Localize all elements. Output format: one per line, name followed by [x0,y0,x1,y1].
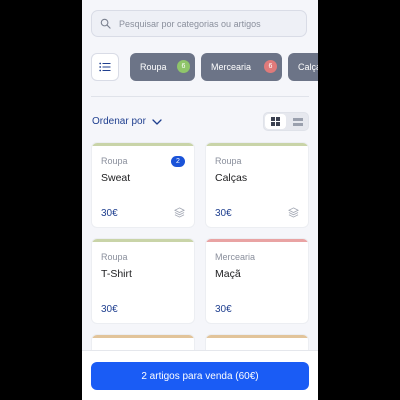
filter-row: Roupa 6 Mercearia 6 Calça [91,53,318,81]
filter-chip-roupa[interactable]: Roupa 6 [130,53,195,81]
list-view-button[interactable] [91,53,119,81]
card-accent-bar [206,239,308,242]
footer-bar: 2 artigos para venda (60€) [82,350,318,400]
product-card[interactable]: Roupa 2 Sweat 30€ [91,142,195,228]
app-screen: Roupa 6 Mercearia 6 Calça Ordenar por [82,0,318,400]
view-toggle [263,112,309,131]
card-accent-bar [206,335,308,338]
filter-chip-mercearia[interactable]: Mercearia 6 [201,53,282,81]
sort-dropdown[interactable]: Ordenar por [92,116,162,127]
chip-label: Calça [298,62,318,72]
chip-count-badge: 6 [264,60,277,73]
product-price: 30€ [101,304,118,315]
sell-items-button[interactable]: 2 artigos para venda (60€) [91,362,309,390]
chip-count-badge: 6 [177,60,190,73]
divider [91,96,309,97]
list-layout-button[interactable] [287,114,308,129]
card-accent-bar [92,239,194,242]
product-category: Roupa [101,252,128,262]
grid-icon [271,117,280,126]
product-card[interactable]: Roupa Calças 30€ [205,142,309,228]
card-accent-bar [92,335,194,338]
product-name: Maçã [215,268,241,280]
product-category: Roupa [215,156,242,166]
layers-icon [288,207,299,218]
product-name: Calças [215,172,248,184]
product-category: Mercearia [215,252,256,262]
product-card[interactable]: Roupa T-Shirt 30€ [91,238,195,324]
search-bar[interactable] [91,10,307,37]
layers-icon [174,207,185,218]
chip-label: Mercearia [211,62,252,72]
list-icon [99,62,111,72]
product-name: Sweat [101,172,131,184]
quantity-badge: 2 [171,156,185,167]
filter-chip-calcas[interactable]: Calça [288,53,318,81]
product-price: 30€ [215,208,232,219]
card-accent-bar [92,143,194,146]
product-card[interactable]: Mercearia Maçã 30€ [205,238,309,324]
grid-view-button[interactable] [265,114,286,129]
product-price: 30€ [215,304,232,315]
card-accent-bar [206,143,308,146]
rows-icon [292,117,303,126]
search-input[interactable] [117,17,301,30]
product-category: Roupa [101,156,128,166]
product-price: 30€ [101,208,118,219]
product-name: T-Shirt [101,268,132,280]
chip-label: Roupa [140,62,167,72]
sort-label: Ordenar por [92,116,146,127]
chevron-down-icon [152,118,162,125]
search-icon [100,18,111,29]
